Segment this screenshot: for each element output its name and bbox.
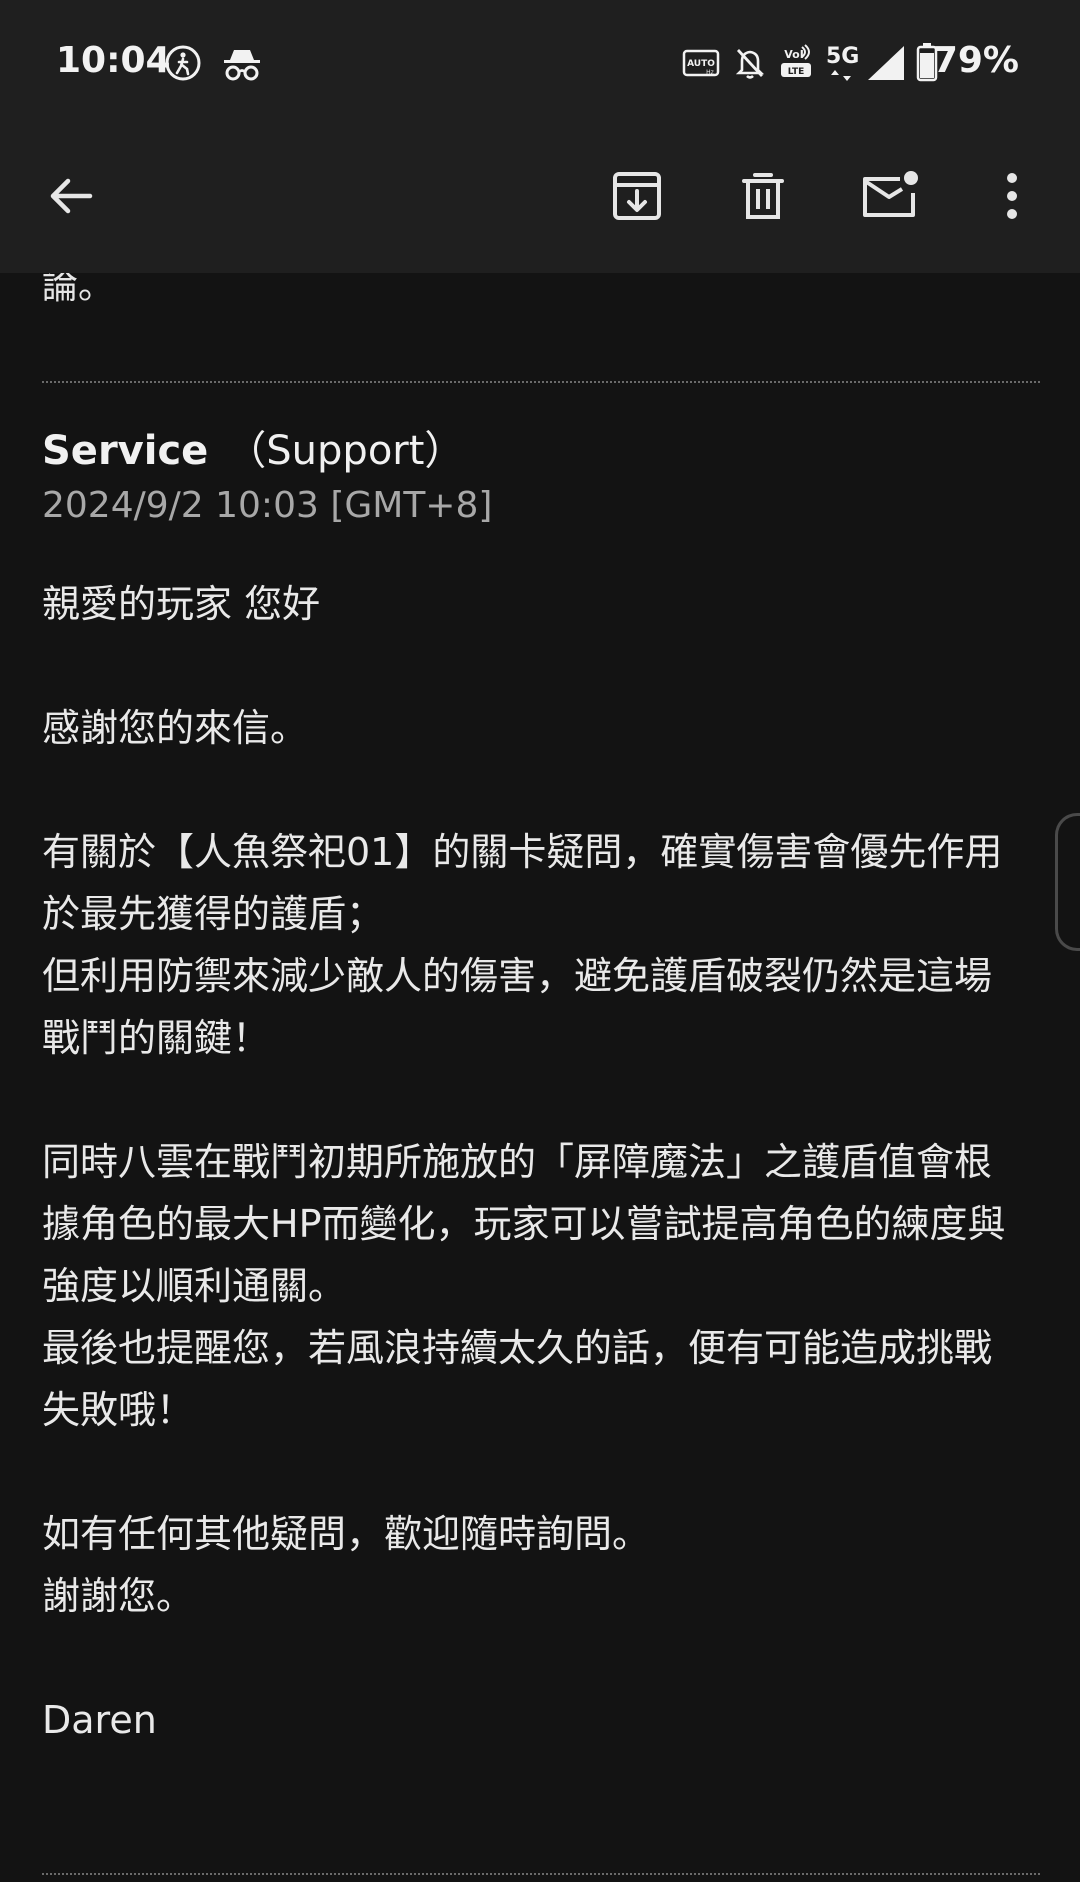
status-bar: 10:04 AUTO Hz VoI LTE 5G 79%	[0, 0, 1080, 120]
mark-unread-icon	[863, 171, 918, 217]
delete-button[interactable]	[725, 158, 801, 234]
status-time: 10:04	[56, 40, 171, 81]
body-line: 同時八雲在戰鬥初期所施放的「屏障魔法」之護盾值會根	[42, 1140, 993, 1184]
volte-icon: VoI LTE	[781, 44, 811, 77]
message-date: 2024/9/2 10:03 [GMT+8]	[42, 485, 493, 526]
message-divider	[42, 381, 1040, 383]
body-line: 於最先獲得的護盾；	[42, 892, 385, 936]
body-line: 據角色的最大HP而變化，玩家可以嘗試提高角色的練度與	[42, 1202, 1006, 1246]
archive-button[interactable]	[599, 158, 675, 234]
arrow-left-icon	[50, 178, 93, 214]
network-type: 5G	[826, 44, 860, 69]
body-line: 失敗哦！	[42, 1388, 195, 1432]
back-button[interactable]	[33, 158, 109, 234]
signal-icon	[868, 46, 904, 80]
email-toolbar	[0, 120, 1080, 273]
body-thanks: 感謝您的來信。	[42, 706, 309, 750]
body-closing: 如有任何其他疑問，歡迎隨時詢問。	[42, 1512, 651, 1556]
body-line: 有關於【人魚祭祀01】的關卡疑問，確實傷害會優先作用	[42, 830, 1003, 874]
message-body: 親愛的玩家 您好 感謝您的來信。 有關於【人魚祭祀01】的關卡疑問，確實傷害會優…	[42, 573, 1042, 1751]
svg-text:LTE: LTE	[788, 67, 805, 77]
battery-percentage: 79%	[932, 40, 1019, 81]
previous-message-tail: 論。	[42, 273, 115, 307]
body-line: 最後也提醒您，若風浪持續太久的話，便有可能造成挑戰	[42, 1326, 993, 1370]
bell-off-icon	[735, 49, 765, 79]
more-vertical-icon	[1007, 173, 1017, 219]
email-thread[interactable]: 論。 Service （Support） 2024/9/2 10:03 [GMT+…	[0, 273, 1080, 1882]
more-options-button[interactable]	[974, 158, 1050, 234]
sender-role: （Support）	[226, 428, 465, 474]
refresh-rate-icon: AUTO Hz	[682, 49, 720, 77]
signature: Daren	[42, 1698, 157, 1742]
svg-text:Hz: Hz	[706, 69, 714, 76]
scroll-handle[interactable]	[1055, 813, 1080, 951]
incognito-icon	[224, 50, 260, 81]
trash-icon	[742, 173, 784, 219]
svg-text:VoI: VoI	[784, 48, 804, 61]
body-closing: 謝謝您。	[42, 1574, 195, 1618]
mark-unread-button[interactable]	[852, 158, 928, 234]
accessibility-icon	[165, 45, 201, 81]
sender-name: Service	[42, 428, 209, 474]
body-greeting: 親愛的玩家 您好	[42, 582, 321, 626]
data-arrows-icon	[831, 70, 851, 81]
body-line: 但利用防禦來減少敵人的傷害，避免護盾破裂仍然是這場	[42, 954, 993, 998]
body-line: 戰鬥的關鍵！	[42, 1016, 271, 1060]
body-line: 強度以順利通關。	[42, 1264, 347, 1308]
archive-icon	[613, 172, 661, 220]
message-divider-bottom	[42, 1873, 1040, 1875]
sender-line[interactable]: Service （Support）	[42, 418, 464, 476]
svg-text:AUTO: AUTO	[687, 59, 715, 69]
